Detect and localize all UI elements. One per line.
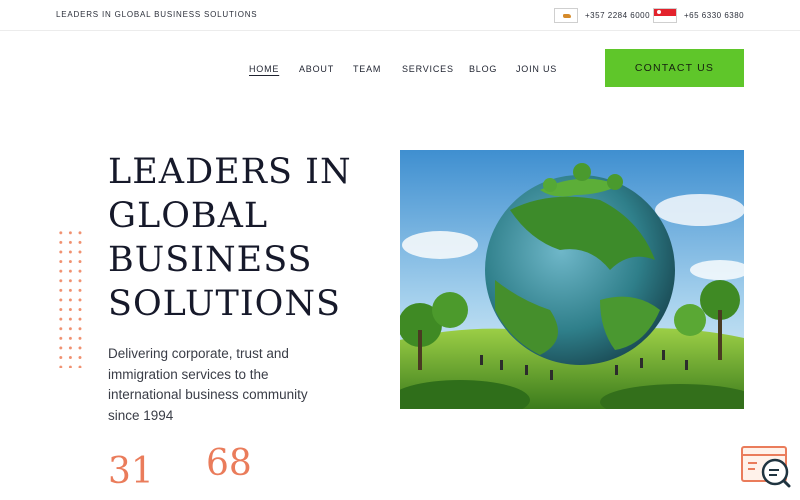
chat-search-icon[interactable] [741, 446, 791, 488]
hero-headline: LEADERS IN GLOBAL BUSINESS SOLUTIONS [108, 150, 388, 326]
phone-singapore[interactable]: +65 6330 6380 [684, 11, 744, 20]
top-bar: LEADERS IN GLOBAL BUSINESS SOLUTIONS +35… [0, 0, 800, 31]
nav-about[interactable]: ABOUT [299, 64, 334, 74]
decorative-dot-grid [56, 228, 86, 368]
headline-line: BUSINESS [108, 240, 313, 280]
cyprus-flag-icon [554, 8, 578, 23]
contact-us-button[interactable]: CONTACT US [605, 49, 744, 87]
nav-blog[interactable]: BLOG [469, 64, 497, 74]
nav-home[interactable]: HOME [249, 64, 279, 74]
phone-cyprus[interactable]: +357 2284 6000 [585, 11, 650, 20]
nav-team[interactable]: TEAM [353, 64, 381, 74]
headline-line: GLOBAL [108, 196, 269, 236]
stat-number: 68 [206, 443, 252, 484]
hero-subtext: Delivering corporate, trust and immigrat… [108, 346, 308, 423]
nav-services[interactable]: SERVICES [402, 64, 454, 74]
headline-line: SOLUTIONS [108, 284, 341, 324]
stat-number: 31 [108, 451, 154, 492]
singapore-flag-icon [653, 8, 677, 23]
nav-join-us[interactable]: JOIN US [516, 64, 557, 74]
page: LEADERS IN GLOBAL BUSINESS SOLUTIONS +35… [0, 0, 800, 500]
headline-line: LEADERS IN [108, 152, 352, 192]
hero-globe-image [400, 150, 744, 409]
top-tagline: LEADERS IN GLOBAL BUSINESS SOLUTIONS [56, 10, 258, 19]
